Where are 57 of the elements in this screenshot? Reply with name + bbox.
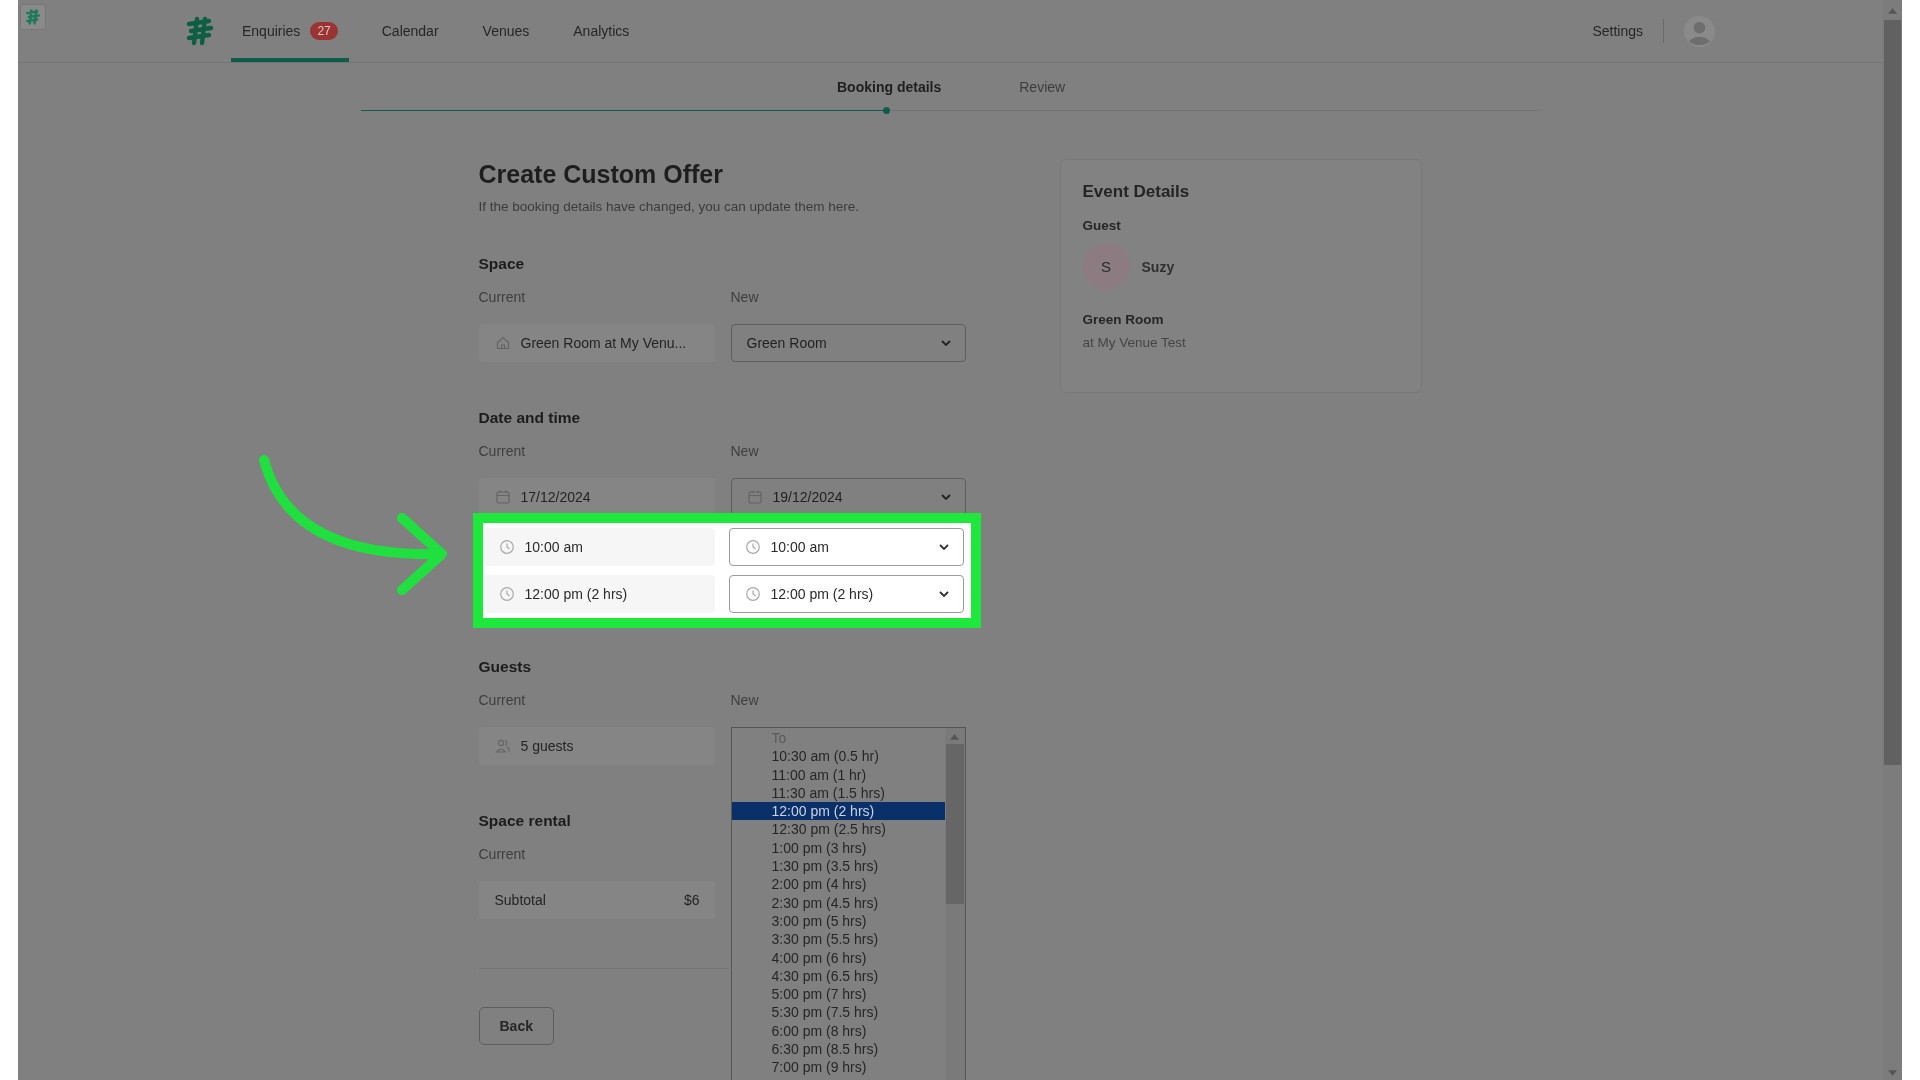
select-field[interactable]: Green Room [730, 324, 966, 362]
nav-tab[interactable]: Enquiries 27 [231, 0, 349, 62]
count-badge: 27 [310, 22, 338, 40]
column-label: Current [478, 443, 527, 459]
listbox-option[interactable]: 11:30 am (1.5 hrs) [731, 783, 945, 803]
settings-link[interactable]: Settings [1592, 23, 1643, 39]
page-subtitle: If the booking details have changed, you can update them here. [478, 199, 861, 214]
guest-avatar: S [1082, 243, 1130, 290]
listbox-option[interactable]: 6:30 pm (8.5 hrs) [731, 1040, 945, 1059]
current-value: Green Room at My Venu... [520, 335, 687, 351]
column-label: Current [478, 692, 527, 708]
column-label: New [730, 289, 760, 305]
listbox-option[interactable]: 10:30 am (0.5 hr) [731, 747, 945, 766]
listbox-option[interactable]: 2:00 pm (4 hrs) [731, 875, 945, 894]
column-label: New [730, 443, 760, 459]
nav-tab[interactable]: Calendar [370, 0, 450, 62]
guest-label: Guest [1082, 218, 1122, 233]
listbox-option[interactable]: 7:00 pm (9 hrs) [731, 1058, 945, 1077]
listbox-option[interactable]: 12:30 pm (2.5 hrs) [731, 820, 945, 839]
column-label: Current [478, 846, 527, 862]
step-tab[interactable]: Review [1019, 79, 1066, 95]
step-tab[interactable]: Booking details [837, 79, 942, 95]
current-value: 17/12/2024 [520, 489, 591, 505]
listbox-option[interactable]: 4:00 pm (6 hrs) [731, 948, 945, 967]
listbox-option[interactable]: 1:30 pm (3.5 hrs) [731, 857, 945, 876]
listbox-option[interactable]: 5:00 pm (7 hrs) [731, 985, 945, 1004]
current-value: 10:00 am [524, 539, 583, 555]
listbox-option[interactable]: 6:00 pm (8 hrs) [731, 1021, 945, 1041]
select-field[interactable]: 19/12/2024 [730, 478, 966, 516]
back-button[interactable]: Back [478, 1007, 554, 1045]
section-heading: Date and time [478, 408, 581, 428]
listbox-option[interactable]: 11:00 am (1 hr) [731, 765, 945, 784]
listbox-option[interactable]: 5:30 pm (7.5 hrs) [731, 1003, 945, 1022]
page-title: Create Custom Offer [478, 159, 724, 189]
listbox-option[interactable]: 1:00 pm (3 hrs) [731, 838, 945, 858]
listbox-option[interactable]: 4:30 pm (6.5 hrs) [731, 966, 945, 986]
listbox-option[interactable]: 3:00 pm (5 hrs) [731, 911, 945, 931]
card-title: Event Details [1082, 182, 1191, 202]
current-value: 5 guests [520, 738, 574, 754]
section-heading: Guests [478, 657, 532, 677]
column-label: Current [478, 289, 527, 305]
listbox-option[interactable]: 2:30 pm (4.5 hrs) [731, 893, 945, 912]
section-heading: Space [478, 254, 525, 274]
current-value: 12:00 pm (2 hrs) [524, 586, 628, 602]
section-heading: Space rental [478, 811, 571, 831]
select-field[interactable]: 12:00 pm (2 hrs) [728, 575, 964, 613]
nav-tab[interactable]: Analytics [562, 0, 641, 62]
venue-name: at My Venue Test [1082, 335, 1187, 350]
listbox-option[interactable]: 12:00 pm (2 hrs) [731, 802, 945, 821]
listbox-option[interactable]: 3:30 pm (5.5 hrs) [731, 930, 945, 949]
space-name: Green Room [1082, 312, 1165, 327]
nav-tab[interactable]: Venues [471, 0, 541, 62]
guest-name: Suzy [1141, 258, 1175, 275]
column-label: New [730, 692, 760, 708]
subtotal-label: Subtotal [494, 892, 546, 908]
select-field[interactable]: 10:00 am [728, 528, 964, 566]
subtotal-amount: $6 [683, 892, 700, 908]
